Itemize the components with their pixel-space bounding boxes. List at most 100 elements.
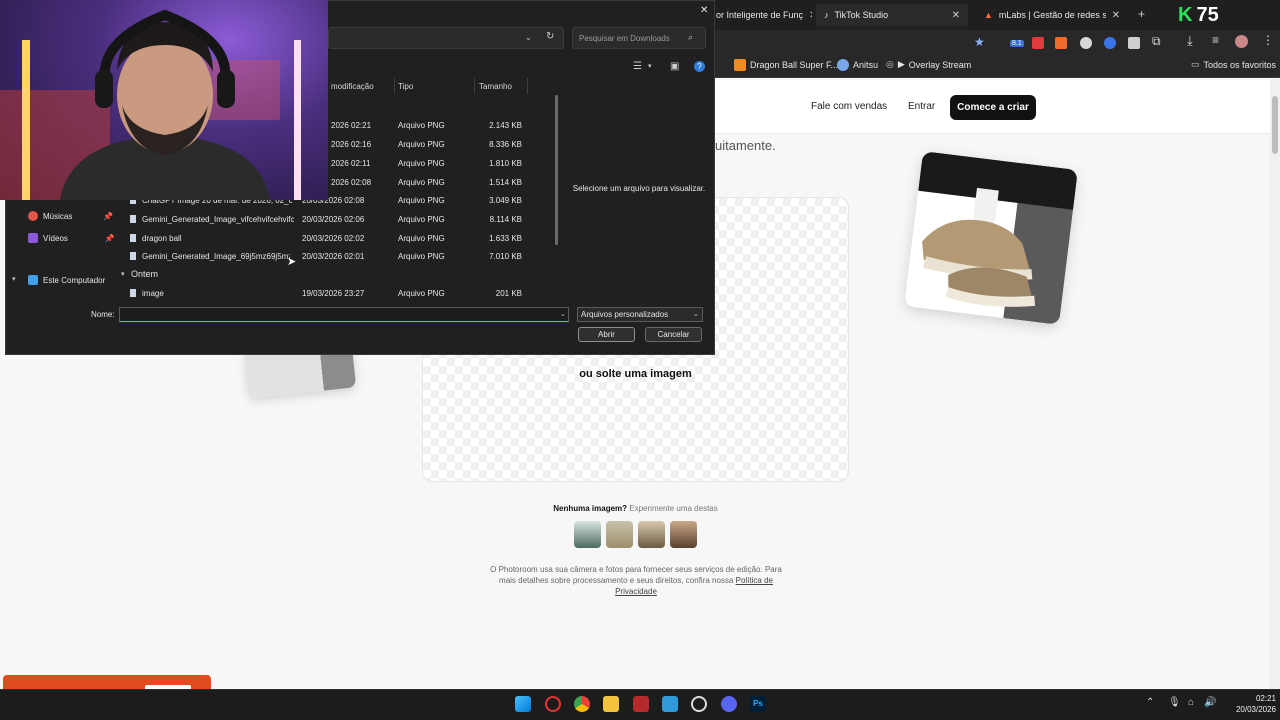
file-type-filter[interactable]: Arquivos personalizados (577, 307, 703, 322)
view-options-icon[interactable]: ☰ (633, 61, 642, 72)
contact-sales-link[interactable]: Fale com vendas (811, 101, 887, 112)
puzzle-icon[interactable]: ⧉ (1152, 34, 1161, 49)
sneaker-illustration (918, 151, 1078, 325)
column-type[interactable]: Tipo (398, 82, 413, 91)
extension-badge[interactable]: 8.1 (1010, 40, 1024, 47)
file-size: 2.143 KB (489, 121, 522, 130)
folder-icon[interactable] (603, 696, 619, 712)
group-header[interactable]: Ontem (131, 269, 158, 279)
folder-icon: ▭ (1191, 59, 1200, 69)
nav-item-videos[interactable]: Vídeos 📌 (28, 233, 115, 243)
media-icon[interactable]: ≡ (1212, 33, 1219, 47)
chrome-icon[interactable] (574, 696, 590, 712)
bookmark-dragon-ball[interactable]: Dragon Ball Super F... (734, 59, 838, 71)
download-icon[interactable]: ⤓ (1187, 33, 1193, 49)
notepad-icon[interactable] (662, 696, 678, 712)
streamer-camera-image (0, 9, 301, 200)
chevron-down-icon[interactable]: ⌄ (560, 310, 566, 318)
bookmark-anitsu[interactable]: Anitsu (837, 59, 878, 71)
nav-item-label: Vídeos (43, 233, 68, 243)
file-type: Arquivo PNG (398, 159, 445, 168)
file-size: 201 KB (495, 289, 522, 298)
tab-mlabs[interactable]: ▲ mLabs | Gestão de redes sociais ✕ (976, 4, 1128, 26)
extension-icon[interactable] (1032, 37, 1044, 49)
file-type: Arquivo PNG (398, 289, 445, 298)
microphone-icon[interactable]: 🎙 (1168, 697, 1181, 708)
column-modified[interactable]: modificação (331, 82, 374, 91)
windows-start-icon[interactable] (515, 696, 531, 712)
file-icon (130, 215, 136, 223)
avatar[interactable] (1235, 35, 1248, 48)
page-scrollbar[interactable] (1270, 79, 1280, 689)
column-size[interactable]: Tamanho (479, 82, 512, 91)
open-button[interactable]: Abrir (578, 327, 635, 342)
file-name[interactable]: Gemini_Generated_Image_69j5mz69j5mz... (142, 252, 290, 261)
sample-image-person[interactable] (574, 521, 601, 548)
bookmark-label: Overlay Stream (908, 59, 972, 70)
column-divider[interactable] (394, 78, 395, 94)
star-icon[interactable]: ★ (974, 35, 985, 49)
file-name-input[interactable] (119, 307, 569, 322)
preview-pane-icon[interactable]: ▣ (670, 61, 679, 72)
photoshop-icon[interactable]: Ps (750, 696, 766, 712)
file-size: 8.114 KB (489, 215, 522, 224)
nav-item-this-pc[interactable]: Este Computador (28, 275, 105, 285)
file-size: 1.514 KB (489, 178, 522, 187)
privacy-notice: O Photoroom usa sua câmera e fotos para … (486, 564, 786, 597)
file-name[interactable]: dragon ball (142, 234, 292, 243)
chevron-down-icon[interactable]: ▾ (12, 275, 16, 283)
file-type: Arquivo PNG (398, 215, 445, 224)
extension-icon[interactable] (1128, 37, 1140, 49)
sample-image-food[interactable] (670, 521, 697, 548)
extension-icon[interactable] (1080, 37, 1092, 49)
extension-icon[interactable] (1104, 37, 1116, 49)
file-type: Arquivo PNG (398, 121, 445, 130)
chevron-down-icon[interactable]: ⌄ (693, 310, 699, 318)
tab-photoroom[interactable]: or Inteligente de Funç ✕ (708, 4, 812, 26)
preview-placeholder: Selecione um arquivo para visualizar. (572, 184, 706, 193)
obs-icon[interactable] (691, 696, 707, 712)
close-icon[interactable]: ✕ (700, 5, 708, 16)
login-link[interactable]: Entrar (908, 101, 935, 112)
close-icon[interactable]: ✕ (952, 10, 960, 21)
close-icon[interactable]: ✕ (809, 10, 812, 21)
close-icon[interactable]: ✕ (1112, 10, 1120, 21)
start-creating-button[interactable]: Comece a criar (950, 95, 1036, 120)
file-name[interactable]: image (142, 289, 164, 298)
help-icon[interactable]: ? (694, 61, 705, 72)
tab-tiktok[interactable]: ♪ TikTok Studio ✕ (816, 4, 968, 26)
sample-image-shoe[interactable] (638, 521, 665, 548)
chevron-down-icon[interactable]: ▾ (121, 270, 125, 278)
volume-icon[interactable]: 🔊 (1204, 697, 1216, 708)
search-input[interactable]: Pesquisar em Downloads (572, 27, 706, 49)
file-type: Arquivo PNG (398, 252, 445, 261)
file-list-scrollbar[interactable] (555, 95, 558, 245)
cancel-button[interactable]: Cancelar (645, 327, 702, 342)
column-divider[interactable] (527, 78, 528, 94)
chevron-up-icon[interactable]: ⌃ (1146, 697, 1154, 708)
file-name-label: Nome: (91, 310, 115, 319)
sample-image-object[interactable] (606, 521, 633, 548)
menu-icon[interactable]: ⋮ (1262, 33, 1274, 47)
new-tab-icon[interactable]: + (1138, 7, 1145, 21)
chevron-down-icon[interactable]: ▾ (648, 62, 652, 70)
file-date: 2026 02:08 (331, 178, 372, 187)
nav-item-music[interactable]: Músicas 📌 (28, 211, 113, 221)
refresh-icon[interactable]: ↻ (546, 31, 554, 42)
clock-date: 20/03/2026 (1235, 705, 1276, 714)
pin-icon: 📌 (103, 211, 114, 221)
opera-icon[interactable] (545, 696, 561, 712)
discord-icon[interactable] (721, 696, 737, 712)
stream-app-icon[interactable] (633, 696, 649, 712)
extension-icon[interactable] (1055, 37, 1067, 49)
network-icon[interactable]: ⌂ (1188, 697, 1194, 708)
chevron-down-icon[interactable]: ⌄ (525, 33, 532, 42)
column-divider[interactable] (474, 78, 475, 94)
scrollbar-thumb[interactable] (1272, 96, 1278, 154)
system-clock[interactable]: 02:21 20/03/2026 (1220, 693, 1276, 715)
play-icon: ▶ (897, 59, 905, 69)
file-name[interactable]: Gemini_Generated_Image_vifcehvifcehvifc (142, 215, 294, 224)
file-size: 8.336 KB (489, 140, 522, 149)
bookmark-overlay-stream[interactable]: ◎ ▶ Overlay Stream (886, 59, 971, 70)
bookmark-all-favorites[interactable]: ▭ Todos os favoritos (1191, 59, 1276, 70)
